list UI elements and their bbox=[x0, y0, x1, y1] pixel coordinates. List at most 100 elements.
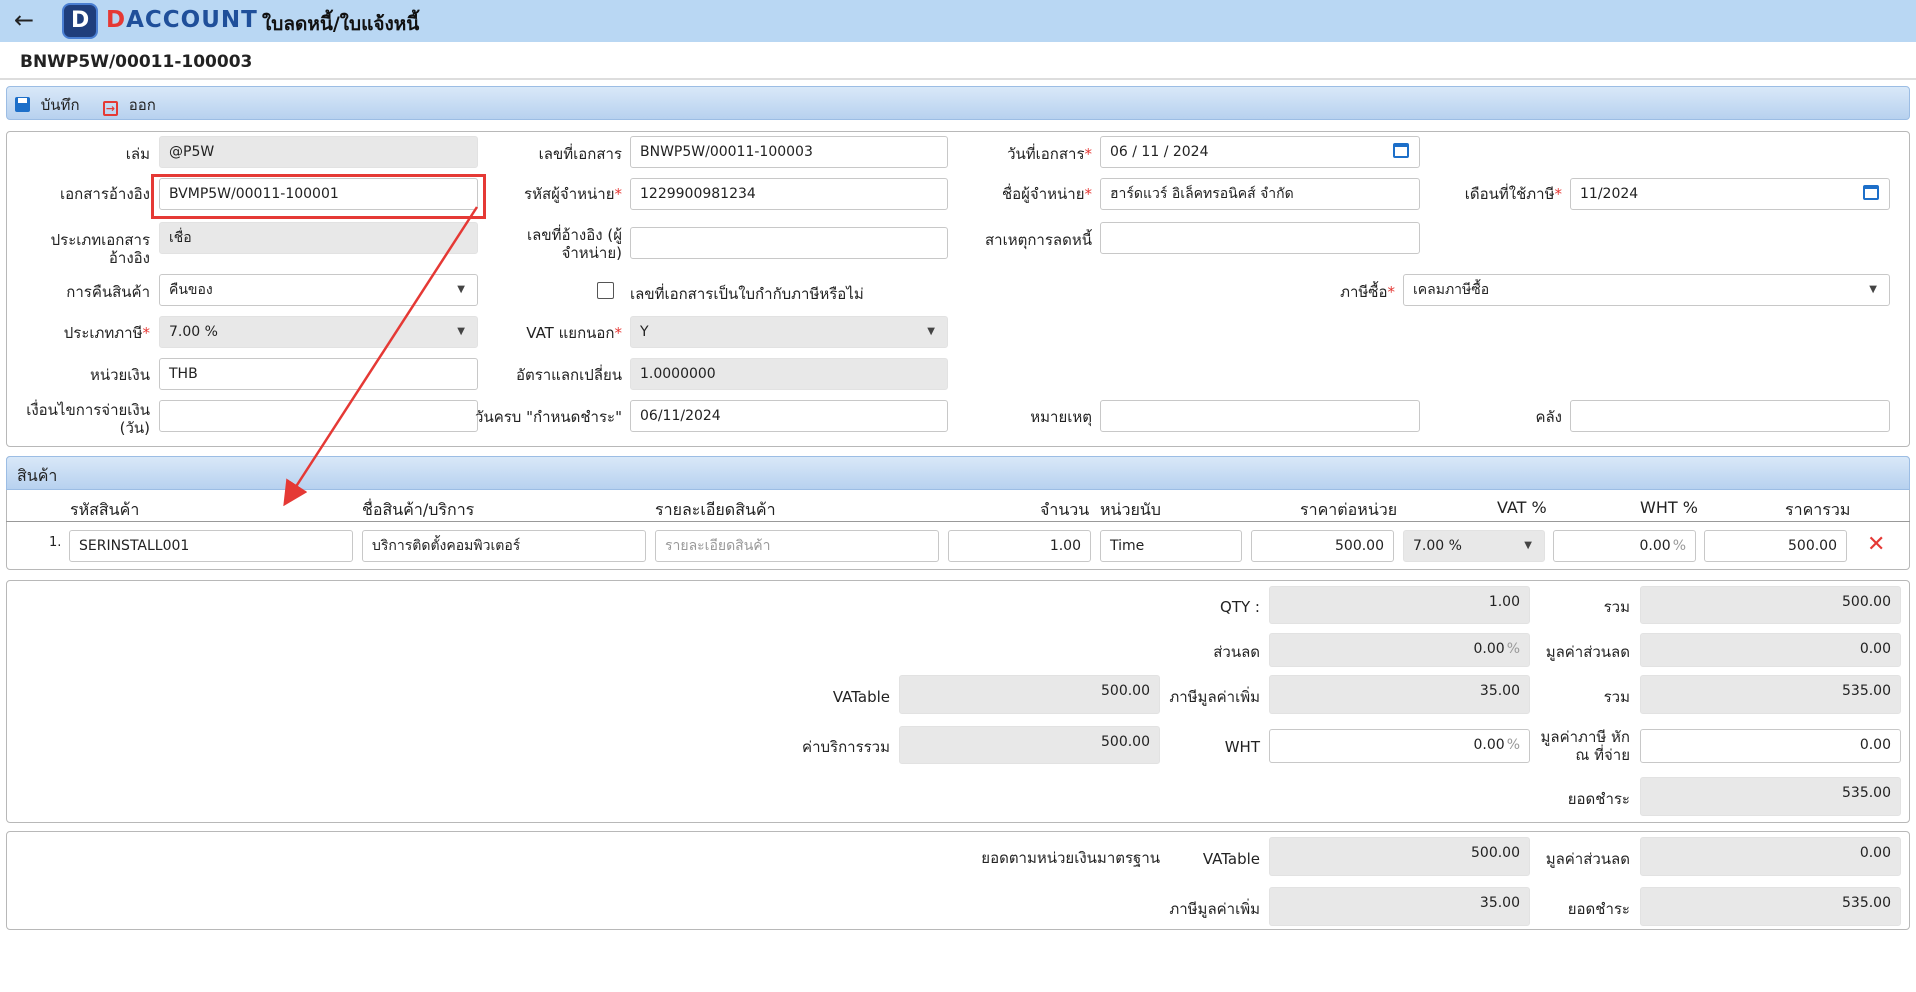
brand-name: DACCOUNT bbox=[106, 7, 258, 33]
chevron-down-icon: ▼ bbox=[457, 284, 465, 295]
doc-no-field[interactable]: BNWP5W/00011-100003 bbox=[630, 136, 948, 168]
vatable-field: 500.00 bbox=[899, 675, 1160, 714]
tax-type-select[interactable]: 7.00 % ▼ bbox=[159, 316, 478, 348]
discount-label: ส่วนลด bbox=[1213, 643, 1260, 661]
vendor-code-label: รหัสผู้จำหน่าย* bbox=[490, 185, 622, 203]
brand-first-letter: D bbox=[106, 7, 127, 33]
vendor-ref-field[interactable] bbox=[630, 227, 948, 259]
col-header-code: รหัสสินค้า bbox=[70, 500, 140, 519]
highlight-annotation-box bbox=[151, 174, 486, 219]
currency-label: หน่วยเงิน bbox=[89, 366, 150, 384]
due-date-field[interactable]: 06/11/2024 bbox=[630, 400, 948, 432]
product-name-field[interactable]: บริการติดตั้งคอมพิวเตอร์ bbox=[362, 530, 646, 562]
tax-type-label-text: ประเภทภาษี bbox=[63, 324, 143, 342]
reduce-reason-field[interactable] bbox=[1100, 222, 1420, 254]
tax-month-label-text: เดือนที่ใช้ภาษี bbox=[1464, 185, 1555, 203]
payment-terms-label: เงื่อนไขการจ่ายเงิน (วัน) bbox=[10, 401, 150, 437]
required-marker: * bbox=[614, 324, 623, 342]
vendor-ref-label: เลขที่อ้างอิง (ผู้ จำหน่าย) bbox=[490, 226, 622, 262]
ref-doc-type-field: เชื่อ bbox=[159, 222, 478, 254]
base-vatable-field: 500.00 bbox=[1269, 837, 1530, 876]
purchase-tax-label-text: ภาษีซื้อ bbox=[1340, 283, 1388, 301]
daccount-logo-icon: D bbox=[62, 3, 98, 39]
vat-value: 7.00 % bbox=[1413, 538, 1462, 554]
net-label: ยอดชำระ bbox=[1567, 790, 1630, 808]
wht-value: 0.00 bbox=[1639, 538, 1671, 554]
doc-date-field[interactable]: 06 / 11 / 2024 bbox=[1100, 136, 1420, 168]
delete-row-icon[interactable]: ✕ bbox=[1867, 532, 1885, 557]
col-header-total: ราคารวม bbox=[1785, 500, 1851, 519]
service-total-label: ค่าบริการรวม bbox=[802, 738, 890, 756]
ref-doc-label: เอกสารอ้างอิง bbox=[60, 185, 150, 203]
wht-field[interactable]: 0.00% bbox=[1553, 530, 1696, 562]
arrow-left-icon[interactable]: ← bbox=[10, 6, 38, 34]
vendor-name-field[interactable]: ฮาร์ดแวร์ อิเล็คทรอนิคส์ จำกัด bbox=[1100, 178, 1420, 210]
unit-price-field[interactable]: 500.00 bbox=[1251, 530, 1394, 562]
brand-rest: ACCOUNT bbox=[126, 7, 258, 33]
discount-value: 0.00 bbox=[1473, 641, 1505, 657]
percent-sign: % bbox=[1672, 538, 1686, 554]
return-goods-select[interactable]: คืนของ ▼ bbox=[159, 274, 478, 306]
return-goods-value: คืนของ bbox=[169, 282, 213, 298]
wht-total-field[interactable]: 0.00% bbox=[1269, 729, 1530, 763]
products-section-title: สินค้า bbox=[17, 466, 58, 485]
payment-terms-field[interactable] bbox=[159, 400, 478, 432]
save-label: บันทึก bbox=[40, 96, 80, 114]
row-index: 1. bbox=[49, 535, 62, 550]
exchange-rate-field: 1.0000000 bbox=[630, 358, 948, 390]
vendor-name-label-text: ชื่อผู้จำหน่าย bbox=[1001, 185, 1085, 203]
warehouse-field[interactable] bbox=[1570, 400, 1890, 432]
wht-label: WHT bbox=[1224, 738, 1260, 756]
unit-field[interactable]: Time bbox=[1100, 530, 1242, 562]
row-total-field[interactable]: 500.00 bbox=[1704, 530, 1847, 562]
remark-field[interactable] bbox=[1100, 400, 1420, 432]
purchase-tax-value: เคลมภาษีซื้อ bbox=[1413, 282, 1490, 298]
required-marker: * bbox=[142, 324, 151, 342]
wht-total-value: 0.00 bbox=[1473, 737, 1505, 753]
book-field: @P5W bbox=[159, 136, 478, 168]
chevron-down-icon: ▼ bbox=[927, 326, 935, 337]
col-header-vat: VAT % bbox=[1497, 498, 1547, 517]
wht-amount-label-line1: มูลค่าภาษี หัก bbox=[1540, 728, 1630, 746]
exit-label: ออก bbox=[128, 96, 156, 114]
currency-field[interactable]: THB bbox=[159, 358, 478, 390]
vat-amount-label: ภาษีมูลค่าเพิ่ม bbox=[1169, 688, 1260, 706]
vat-separate-label-text: VAT แยกนอก bbox=[526, 324, 615, 342]
toolbar: บันทึก → ออก bbox=[6, 86, 1910, 120]
required-marker: * bbox=[614, 185, 623, 203]
table-header-divider bbox=[6, 521, 1910, 522]
total2-field: 535.00 bbox=[1640, 675, 1901, 714]
total2-label: รวม bbox=[1603, 688, 1630, 706]
base-vatable-label: VATable bbox=[1202, 850, 1260, 868]
purchase-tax-select[interactable]: เคลมภาษีซื้อ ▼ bbox=[1403, 274, 1890, 306]
qty-total-field: 1.00 bbox=[1269, 586, 1530, 624]
vatable-label: VATable bbox=[832, 688, 890, 706]
wht-amount-field[interactable]: 0.00 bbox=[1640, 729, 1901, 763]
save-button[interactable]: บันทึก bbox=[15, 93, 80, 117]
calendar-icon[interactable] bbox=[1863, 185, 1879, 200]
base-net-field: 535.00 bbox=[1640, 887, 1901, 926]
required-marker: * bbox=[1084, 145, 1093, 163]
qty-field[interactable]: 1.00 bbox=[948, 530, 1091, 562]
page-title: ใบลดหนี้/ใบแจ้งหนี้ bbox=[262, 13, 420, 35]
service-total-field: 500.00 bbox=[899, 726, 1160, 764]
product-detail-field[interactable]: รายละเอียดสินค้า bbox=[655, 530, 939, 562]
product-code-field[interactable]: SERINSTALL001 bbox=[69, 530, 353, 562]
col-header-detail: รายละเอียดสินค้า bbox=[655, 500, 776, 519]
tax-invoice-checkbox[interactable] bbox=[597, 282, 614, 299]
col-header-name: ชื่อสินค้า/บริการ bbox=[362, 500, 475, 519]
vat-separate-select[interactable]: Y ▼ bbox=[630, 316, 948, 348]
vendor-code-field[interactable]: 1229900981234 bbox=[630, 178, 948, 210]
discount-value-label: มูลค่าส่วนลด bbox=[1545, 643, 1630, 661]
divider bbox=[0, 78, 1916, 80]
vat-select[interactable]: 7.00 % ▼ bbox=[1403, 530, 1545, 562]
qty-label: QTY : bbox=[1220, 598, 1260, 616]
exit-button[interactable]: → ออก bbox=[103, 93, 156, 117]
base-discount-value-label: มูลค่าส่วนลด bbox=[1545, 850, 1630, 868]
total1-label: รวม bbox=[1603, 598, 1630, 616]
calendar-icon[interactable] bbox=[1393, 143, 1409, 158]
vendor-code-label-text: รหัสผู้จำหน่าย bbox=[524, 185, 615, 203]
doc-no-label: เลขที่เอกสาร bbox=[538, 145, 622, 163]
base-discount-value-field: 0.00 bbox=[1640, 837, 1901, 876]
tax-month-field[interactable]: 11/2024 bbox=[1570, 178, 1890, 210]
